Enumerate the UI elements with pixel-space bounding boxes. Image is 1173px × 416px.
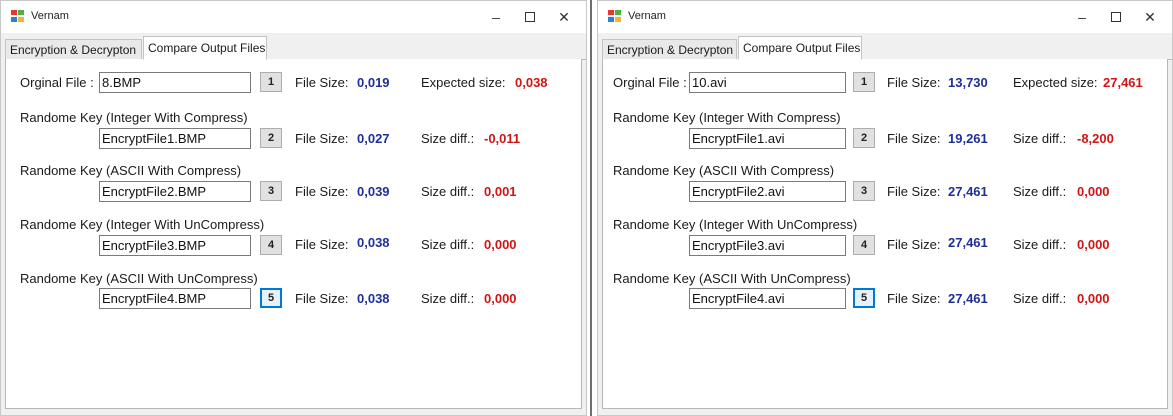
key-heading: Randome Key (Integer With UnCompress) xyxy=(20,217,265,232)
tab-encryption-decryption[interactable]: Encryption & Decrypton xyxy=(5,39,142,60)
file-size-label: File Size: xyxy=(295,291,349,306)
size-diff-label: Size diff.: xyxy=(421,291,475,306)
file-size-value: 0,038 xyxy=(357,291,390,306)
original-file-label: Orginal File : xyxy=(613,75,687,90)
minimize-icon[interactable]: – xyxy=(482,7,510,27)
size-diff-value: 0,000 xyxy=(1077,184,1110,199)
divider-line xyxy=(590,0,592,416)
image-divider xyxy=(587,0,597,416)
size-diff-label: Size diff.: xyxy=(421,131,475,146)
file-size-value: 27,461 xyxy=(948,235,988,250)
file-size-value: 27,461 xyxy=(948,291,988,306)
size-diff-value: 0,000 xyxy=(1077,291,1110,306)
tab-compare-output-files[interactable]: Compare Output Files xyxy=(738,36,862,60)
maximize-icon[interactable] xyxy=(516,7,544,27)
original-file-field[interactable]: 10.avi xyxy=(689,72,846,93)
expected-size-label: Expected size: xyxy=(421,75,506,90)
encrypt-file-field[interactable]: EncryptFile2.BMP xyxy=(99,181,251,202)
button-4[interactable]: 4 xyxy=(260,235,282,255)
tab-compare-output-files[interactable]: Compare Output Files xyxy=(143,36,267,60)
vernam-window-right: Vernam – ✕ Encryption & Decrypton Compar… xyxy=(597,0,1173,416)
maximize-icon[interactable] xyxy=(1102,7,1130,27)
encrypt-file-field[interactable]: EncryptFile1.BMP xyxy=(99,128,251,149)
title-bar: Vernam – ✕ xyxy=(1,1,586,33)
file-size-label: File Size: xyxy=(887,237,941,252)
key-heading: Randome Key (ASCII With UnCompress) xyxy=(613,271,851,286)
key-heading: Randome Key (Integer With Compress) xyxy=(20,110,248,125)
close-icon[interactable]: ✕ xyxy=(1136,7,1164,27)
encrypt-file-field[interactable]: EncryptFile4.BMP xyxy=(99,288,251,309)
app-icon xyxy=(608,10,622,23)
tab-encryption-decryption[interactable]: Encryption & Decrypton xyxy=(602,39,737,60)
expected-size-label: Expected size: xyxy=(1013,75,1098,90)
key-heading: Randome Key (Integer With UnCompress) xyxy=(613,217,858,232)
tab-bar: Encryption & Decrypton Compare Output Fi… xyxy=(5,35,586,60)
file-size-value: 27,461 xyxy=(948,184,988,199)
title-bar: Vernam – ✕ xyxy=(598,1,1172,33)
button-5[interactable]: 5 xyxy=(260,288,282,308)
file-size-value: 0,039 xyxy=(357,184,390,199)
encrypt-file-field[interactable]: EncryptFile3.BMP xyxy=(99,235,251,256)
size-diff-value: 0,001 xyxy=(484,184,517,199)
size-diff-label: Size diff.: xyxy=(1013,291,1067,306)
encrypt-file-field[interactable]: EncryptFile1.avi xyxy=(689,128,846,149)
file-size-label: File Size: xyxy=(887,184,941,199)
compare-panel: Orginal File : 8.BMP 1 File Size: 0,019 … xyxy=(5,59,582,409)
original-file-label: Orginal File : xyxy=(20,75,94,90)
button-2[interactable]: 2 xyxy=(853,128,875,148)
file-size-value: 0,027 xyxy=(357,131,390,146)
size-diff-label: Size diff.: xyxy=(1013,237,1067,252)
button-3[interactable]: 3 xyxy=(853,181,875,201)
encrypt-file-field[interactable]: EncryptFile4.avi xyxy=(689,288,846,309)
file-size-label: File Size: xyxy=(295,131,349,146)
file-size-label: File Size: xyxy=(295,75,349,90)
size-diff-value: 0,000 xyxy=(1077,237,1110,252)
vernam-window-left: Vernam – ✕ Encryption & Decrypton Compar… xyxy=(0,0,587,416)
file-size-label: File Size: xyxy=(887,291,941,306)
size-diff-value: 0,000 xyxy=(484,237,517,252)
button-2[interactable]: 2 xyxy=(260,128,282,148)
file-size-label: File Size: xyxy=(887,75,941,90)
compare-panel: Orginal File : 10.avi 1 File Size: 13,73… xyxy=(602,59,1168,409)
original-file-field[interactable]: 8.BMP xyxy=(99,72,251,93)
window-title: Vernam xyxy=(628,10,666,22)
size-diff-label: Size diff.: xyxy=(421,184,475,199)
tab-bar: Encryption & Decrypton Compare Output Fi… xyxy=(602,35,1172,60)
button-1[interactable]: 1 xyxy=(853,72,875,92)
button-1[interactable]: 1 xyxy=(260,72,282,92)
file-size-value: 13,730 xyxy=(948,75,988,90)
file-size-label: File Size: xyxy=(295,237,349,252)
expected-size-value: 27,461 xyxy=(1103,75,1143,90)
app-icon xyxy=(11,10,25,23)
file-size-label: File Size: xyxy=(887,131,941,146)
key-heading: Randome Key (Integer With Compress) xyxy=(613,110,841,125)
encrypt-file-field[interactable]: EncryptFile3.avi xyxy=(689,235,846,256)
close-icon[interactable]: ✕ xyxy=(550,7,578,27)
expected-size-value: 0,038 xyxy=(515,75,548,90)
size-diff-label: Size diff.: xyxy=(1013,131,1067,146)
size-diff-label: Size diff.: xyxy=(1013,184,1067,199)
size-diff-value: -8,200 xyxy=(1077,131,1114,146)
window-title: Vernam xyxy=(31,10,69,22)
size-diff-value: -0,011 xyxy=(484,131,521,146)
button-5[interactable]: 5 xyxy=(853,288,875,308)
size-diff-value: 0,000 xyxy=(484,291,517,306)
minimize-icon[interactable]: – xyxy=(1068,7,1096,27)
size-diff-label: Size diff.: xyxy=(421,237,475,252)
file-size-value: 0,038 xyxy=(357,235,390,250)
file-size-value: 19,261 xyxy=(948,131,988,146)
encrypt-file-field[interactable]: EncryptFile2.avi xyxy=(689,181,846,202)
button-3[interactable]: 3 xyxy=(260,181,282,201)
file-size-value: 0,019 xyxy=(357,75,390,90)
key-heading: Randome Key (ASCII With Compress) xyxy=(613,163,835,178)
key-heading: Randome Key (ASCII With UnCompress) xyxy=(20,271,258,286)
key-heading: Randome Key (ASCII With Compress) xyxy=(20,163,242,178)
button-4[interactable]: 4 xyxy=(853,235,875,255)
file-size-label: File Size: xyxy=(295,184,349,199)
